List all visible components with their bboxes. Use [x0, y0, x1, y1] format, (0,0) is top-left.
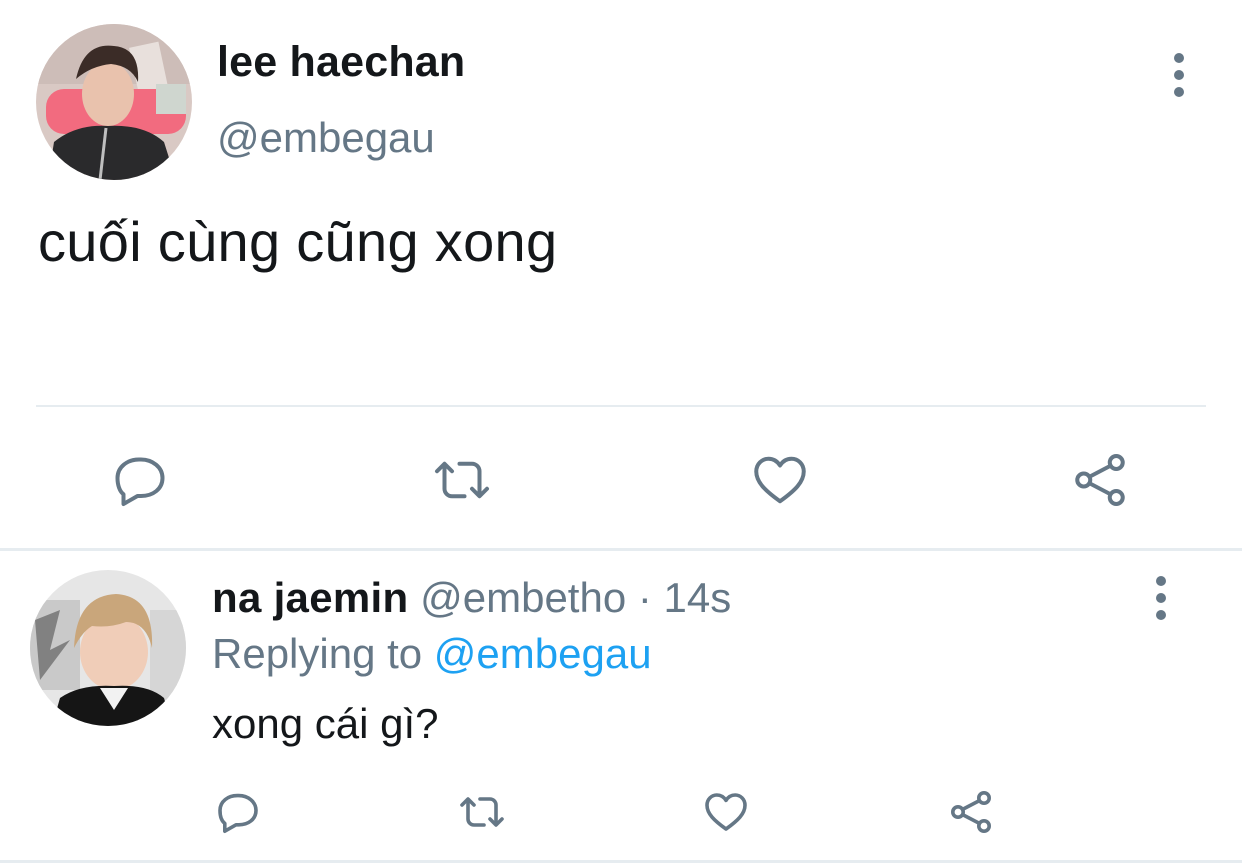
main-tweet-divider: [36, 405, 1206, 407]
bottom-divider: [0, 860, 1242, 863]
reply-tweet-more-icon[interactable]: [1141, 568, 1181, 628]
reply-icon[interactable]: [212, 786, 264, 838]
reply-icon[interactable]: [108, 448, 172, 512]
reply-tweet-handle[interactable]: @embetho: [420, 574, 626, 621]
replying-to-label: Replying to: [212, 630, 434, 677]
main-tweet-display-name[interactable]: lee haechan: [217, 38, 465, 87]
like-icon[interactable]: [748, 448, 812, 512]
main-tweet-handle[interactable]: @embegau: [217, 114, 435, 162]
replying-to-context: Replying to @embegau: [212, 630, 652, 678]
section-divider: [0, 548, 1242, 551]
reply-tweet-header: na jaemin @embetho · 14s: [212, 574, 731, 622]
reply-tweet-avatar[interactable]: [30, 570, 186, 726]
main-tweet-text: cuối cùng cũng xong: [38, 210, 558, 273]
like-icon[interactable]: [700, 786, 752, 838]
reply-tweet-text: xong cái gì?: [212, 700, 439, 747]
replying-to-mention-link[interactable]: @embegau: [434, 630, 652, 677]
reply-tweet-separator: ·: [626, 574, 664, 621]
reply-tweet-timestamp[interactable]: 14s: [664, 574, 732, 621]
reply-tweet-display-name[interactable]: na jaemin: [212, 574, 408, 621]
retweet-icon[interactable]: [454, 786, 510, 838]
share-icon[interactable]: [1068, 448, 1132, 512]
main-tweet-avatar[interactable]: [36, 24, 192, 180]
main-tweet-more-icon[interactable]: [1159, 45, 1199, 105]
retweet-icon[interactable]: [428, 448, 496, 512]
share-icon[interactable]: [945, 786, 997, 838]
